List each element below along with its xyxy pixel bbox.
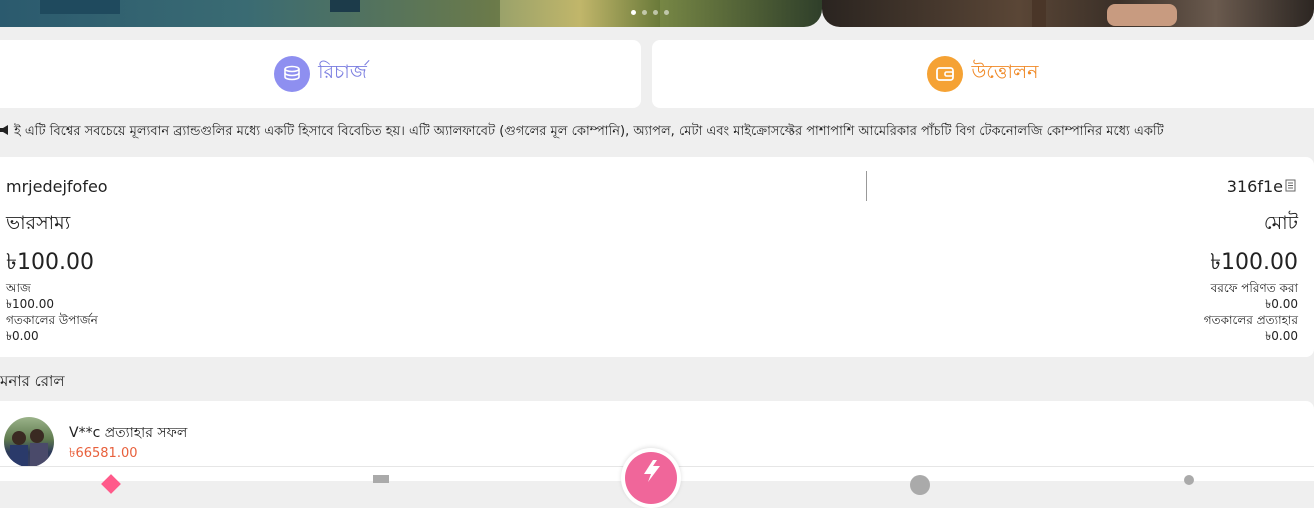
tasks-icon[interactable] [373,475,389,483]
copy-icon[interactable] [1285,177,1296,196]
recharge-label: রিচার্জ [318,61,367,83]
profile-icon[interactable] [1184,475,1194,485]
banner-pagination [631,10,669,15]
banner-image-detail [1032,0,1046,27]
banner-dot[interactable] [642,10,647,15]
withdraw-label: উত্তোলন [971,61,1039,83]
speaker-icon [0,118,8,146]
banner-image-detail [330,0,360,12]
yesterday-earning-label: গতকালের উপার্জন [6,313,98,327]
banner-dot[interactable] [664,10,669,15]
home-icon[interactable] [101,474,121,494]
notice-amount: ৳66581.00 [69,446,138,461]
today-label: আজ [6,281,31,295]
withdraw-button[interactable]: উত্তোলন [652,40,1314,108]
balance-label: ভারসাম্য [6,212,71,234]
divider [866,171,867,201]
yesterday-withdraw-value: ৳0.00 [1265,329,1298,343]
avatar-detail [30,443,48,467]
banner-slide-main[interactable] [0,0,822,27]
banner-dot-active[interactable] [631,10,636,15]
center-action-button[interactable] [621,448,681,508]
recharge-button[interactable]: রিচার্জ [0,40,641,108]
invite-code[interactable]: 316f1e [1227,177,1296,196]
invite-code-value: 316f1e [1226,177,1283,196]
avatar-detail [10,445,28,467]
today-value: ৳100.00 [6,297,54,311]
banner-image-detail [1107,4,1177,26]
wallet-icon [927,56,964,92]
yesterday-earning-value: ৳0.00 [6,329,39,343]
frozen-label: বরফে পরিণত করা [1210,281,1298,295]
team-icon[interactable] [910,475,930,495]
avatar [4,417,54,467]
total-label: মোট [1263,212,1298,234]
notice-text: V**c প্রত্যাহার সফল [69,425,188,441]
announcement-text: ই এটি বিশ্বের সবচেয়ে মূল্যবান ব্র্যান্ড… [14,124,1164,139]
lightning-icon [625,452,677,504]
banner-slide-next[interactable] [822,0,1314,27]
banner-dot[interactable] [653,10,658,15]
coins-stack-icon [274,56,311,92]
yesterday-withdraw-label: গতকালের প্রত্যাহার [1203,313,1298,327]
announcement-marquee: ই এটি বিশ্বের সবচেয়ে মূল্যবান ব্র্যান্ড… [0,118,1314,146]
total-value: ৳100.00 [1210,250,1298,275]
banner-image-detail [40,0,120,14]
account-summary-card: mrjedejfofeo 316f1e ভারসাম্য মোট ৳100.00… [0,157,1314,357]
section-title: মনার রোল [0,372,65,390]
frozen-value: ৳0.00 [1265,297,1298,311]
avatar-detail [30,429,44,443]
username: mrjedejfofeo [6,177,108,196]
balance-value: ৳100.00 [6,250,94,275]
avatar-detail [12,431,26,445]
